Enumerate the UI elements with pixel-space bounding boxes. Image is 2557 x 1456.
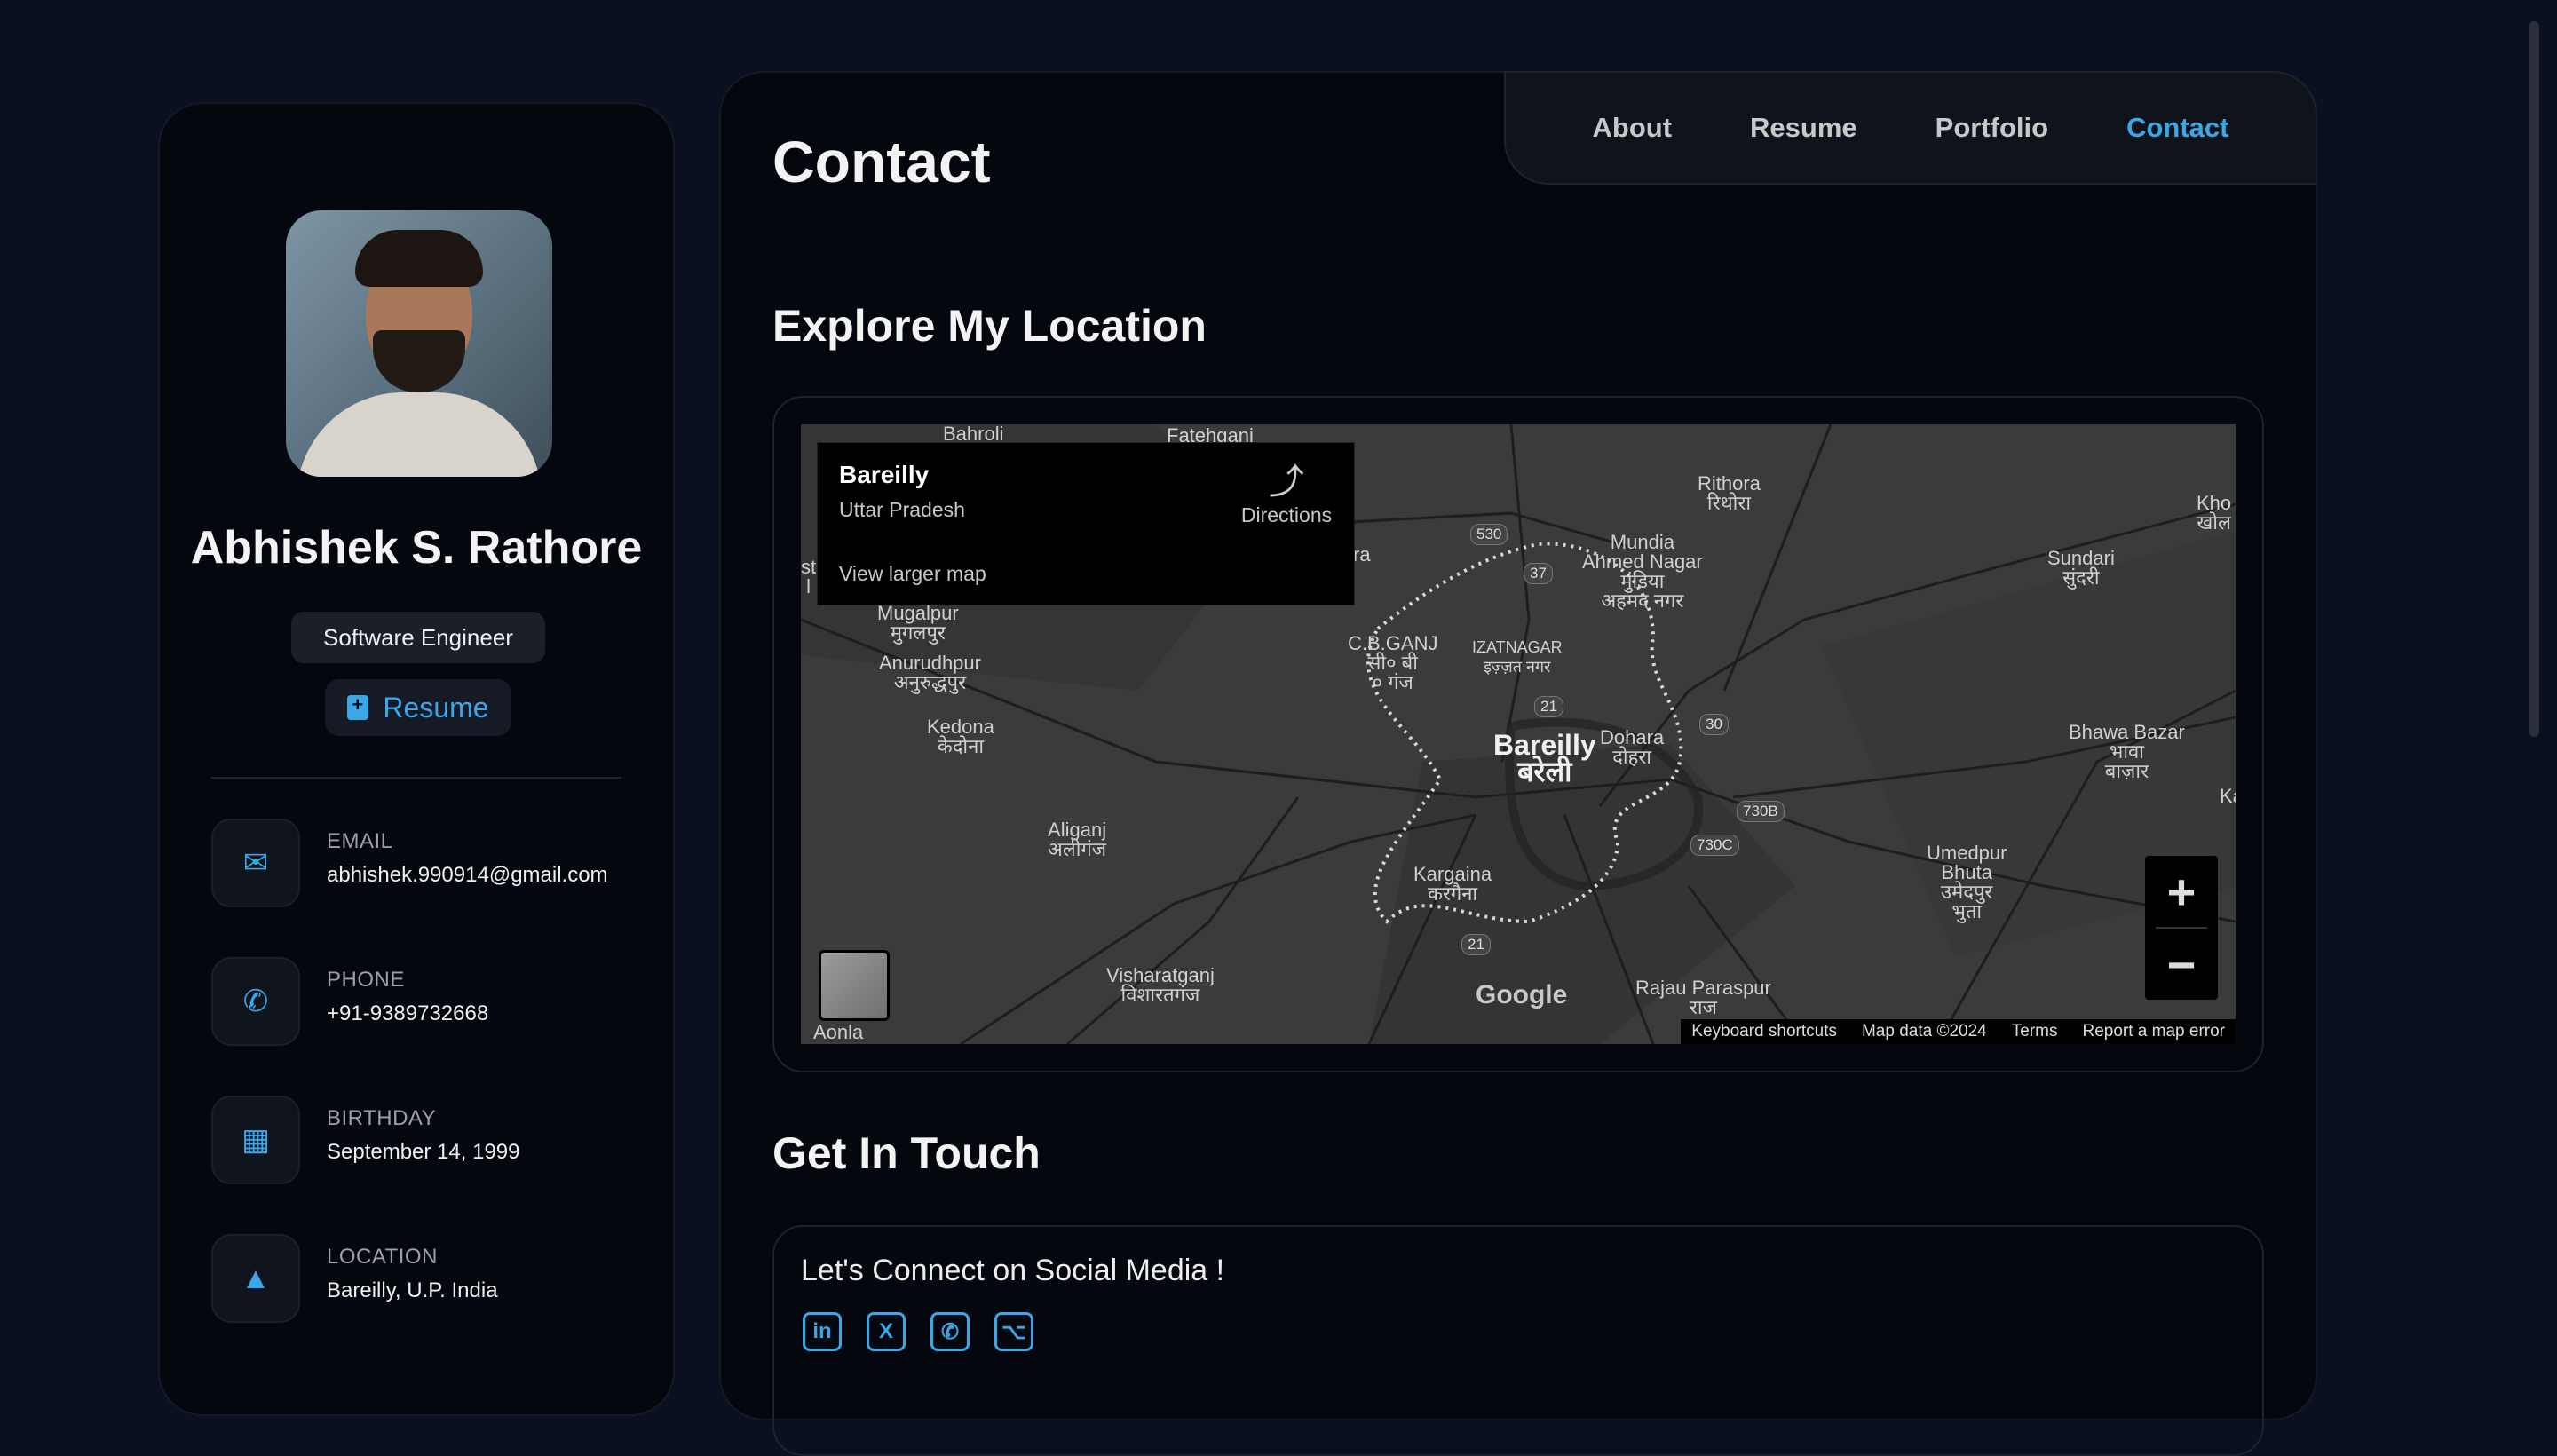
map-label: ra xyxy=(1353,543,1371,566)
page-scrollbar[interactable] xyxy=(2529,21,2539,737)
contact-label: EMAIL xyxy=(327,829,393,853)
nav-portfolio[interactable]: Portfolio xyxy=(1936,112,2048,144)
nav-resume[interactable]: Resume xyxy=(1750,112,1857,144)
map-label: Kho खोल xyxy=(2197,492,2232,534)
terms-link[interactable]: Terms xyxy=(2012,1022,2058,1041)
contact-label: BIRTHDAY xyxy=(327,1106,437,1130)
linkedin-icon[interactable]: in xyxy=(803,1312,842,1351)
x-twitter-icon[interactable]: X xyxy=(867,1312,906,1351)
contact-email: ✉ EMAIL abhishek.990914@gmail.com xyxy=(211,819,637,907)
road-shield: 530 xyxy=(1470,524,1508,545)
view-larger-map-link[interactable]: View larger map xyxy=(839,562,986,586)
map-label: Mugalpur मुगलपुर xyxy=(877,602,959,644)
map-info-window: Bareilly Uttar Pradesh View larger map ⤴… xyxy=(817,442,1355,605)
map-attribution-bar: Keyboard shortcuts Map data ©2024 Terms … xyxy=(1681,1019,2236,1044)
location-icon: ▲ xyxy=(211,1234,300,1323)
map-label: Visharatganj विशारतगंज xyxy=(1106,964,1215,1006)
profile-sidebar: Abhishek S. Rathore Software Engineer Re… xyxy=(158,102,675,1416)
file-add-icon xyxy=(347,693,369,720)
map-label: C.B.GANJ सी० बी ० गंज xyxy=(1348,632,1438,693)
section-title-touch: Get In Touch xyxy=(772,1128,1041,1178)
map-label: IZATNAGAR इज़्ज़त नगर xyxy=(1472,638,1563,676)
map-label: Aliganj अलीगंज xyxy=(1048,819,1107,860)
map-label: Aonla xyxy=(813,1021,864,1043)
keyboard-shortcuts-link[interactable]: Keyboard shortcuts xyxy=(1691,1022,1837,1041)
embedded-map[interactable]: Bahroli Fatehganj st l ra Rithora रिथोरा… xyxy=(801,424,2236,1044)
divider xyxy=(211,777,621,779)
map-type-toggle[interactable] xyxy=(819,950,890,1021)
email-link[interactable]: abhishek.990914@gmail.com xyxy=(327,863,608,888)
github-icon[interactable]: ⌥ xyxy=(994,1312,1033,1351)
map-label: Anurudhpur अनुरुद्धपुर xyxy=(879,652,981,693)
location-value: Bareilly, U.P. India xyxy=(327,1278,498,1302)
contact-label: PHONE xyxy=(327,968,405,992)
road-shield: 730C xyxy=(1690,835,1739,856)
nav-about[interactable]: About xyxy=(1593,112,1673,144)
phone-link[interactable]: +91-9389732668 xyxy=(327,1001,488,1026)
map-label: Umedpur Bhuta उमेदपुर भुता xyxy=(1927,842,2007,922)
birthday-value: September 14, 1999 xyxy=(327,1140,520,1164)
resume-button-label: Resume xyxy=(383,691,489,724)
map-label: Bhawa Bazar भावा बाज़ार xyxy=(2069,721,2185,782)
phone-icon: ✆ xyxy=(211,957,300,1046)
road-shield: 21 xyxy=(1461,934,1491,955)
directions-label: Directions xyxy=(1240,503,1333,526)
contact-label: LOCATION xyxy=(327,1245,438,1269)
mail-icon: ✉ xyxy=(211,819,300,907)
map-label: Kedona केदोना xyxy=(927,716,994,757)
whatsapp-icon[interactable]: ✆ xyxy=(930,1312,970,1351)
directions-button[interactable]: ⤴ Directions xyxy=(1224,461,1349,527)
contact-location: ▲ LOCATION Bareilly, U.P. India xyxy=(211,1234,637,1323)
avatar xyxy=(286,210,552,477)
calendar-icon: ▦ xyxy=(211,1096,300,1184)
zoom-out-button[interactable]: − xyxy=(2145,929,2218,1000)
social-heading: Let's Connect on Social Media ! xyxy=(801,1254,1225,1287)
road-shield: 37 xyxy=(1524,563,1553,584)
contact-phone: ✆ PHONE +91-9389732668 xyxy=(211,957,637,1046)
place-name: Bareilly xyxy=(839,461,930,488)
page-title: Contact xyxy=(772,129,991,194)
map-label: Mundia Ahmed Nagar मुंडिया अहमद नगर xyxy=(1582,531,1703,612)
road-shield: 21 xyxy=(1534,696,1563,717)
place-region: Uttar Pradesh xyxy=(839,498,965,521)
map-label: Kargaina करगैना xyxy=(1413,863,1492,905)
job-title-badge: Software Engineer xyxy=(291,612,545,663)
map-zoom-controls: + − xyxy=(2145,856,2218,1000)
directions-icon: ⤴ xyxy=(1269,463,1304,502)
report-map-error-link[interactable]: Report a map error xyxy=(2082,1022,2225,1041)
map-label: Rithora रिथोरा xyxy=(1698,472,1761,514)
road-shield: 30 xyxy=(1699,714,1729,735)
zoom-in-button[interactable]: + xyxy=(2145,856,2218,927)
map-label: Rajau Paraspur राज xyxy=(1635,977,1771,1018)
map-label: Sundari सुंदरी xyxy=(2047,547,2115,589)
navbar: About Resume Portfolio Contact xyxy=(1504,71,2317,185)
contact-birthday: ▦ BIRTHDAY September 14, 1999 xyxy=(211,1096,637,1184)
profile-name: Abhishek S. Rathore xyxy=(190,522,643,574)
map-label: st l xyxy=(801,556,817,597)
resume-button[interactable]: Resume xyxy=(325,679,511,736)
map-label: Bahroli xyxy=(943,424,1004,445)
map-label: Ka xyxy=(2220,785,2236,807)
google-logo: Google xyxy=(1476,980,1568,1009)
nav-contact[interactable]: Contact xyxy=(2126,112,2228,144)
map-label-bareilly: Bareilly बरेली xyxy=(1493,729,1596,787)
section-title-location: Explore My Location xyxy=(772,301,1207,351)
road-shield: 730B xyxy=(1737,801,1785,822)
map-data-text: Map data ©2024 xyxy=(1861,1022,1987,1041)
map-label: Dohara दोहरा xyxy=(1600,726,1665,768)
